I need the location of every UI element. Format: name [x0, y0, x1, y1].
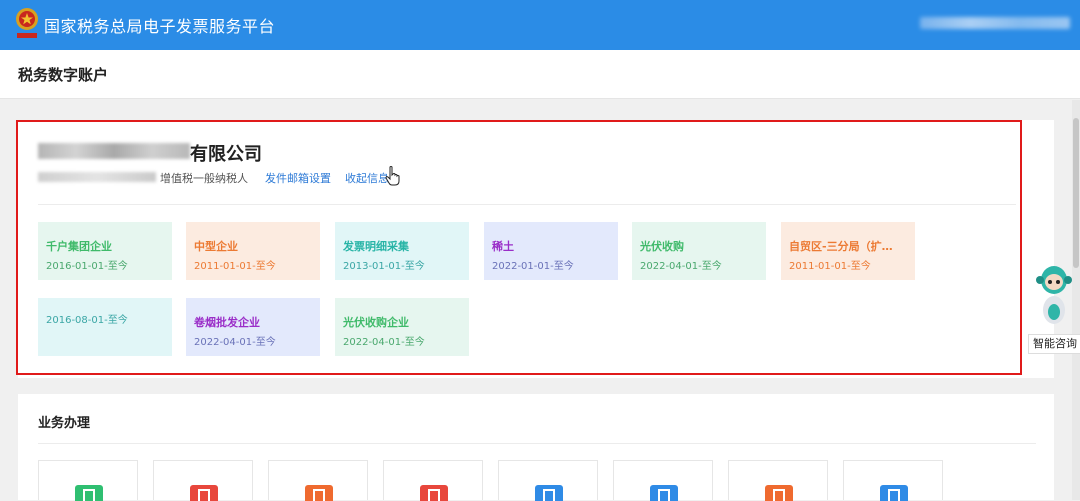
page-title: 税务数字账户 — [18, 66, 109, 84]
edit-document-icon — [535, 485, 563, 501]
business-tile-5[interactable] — [498, 460, 598, 501]
business-section-title: 业务办理 — [38, 416, 91, 431]
business-tile-1[interactable] — [38, 460, 138, 501]
scrollbar-thumb[interactable] — [1073, 118, 1079, 268]
business-tile-6[interactable] — [613, 460, 713, 501]
form-icon — [420, 485, 448, 501]
clipboard-icon — [880, 485, 908, 501]
user-info-redacted[interactable] — [920, 17, 1070, 29]
document-icon — [190, 485, 218, 501]
national-tax-emblem-icon — [16, 8, 38, 38]
sub-header — [0, 50, 1080, 99]
business-tile-2[interactable] — [153, 460, 253, 501]
highlight-frame — [16, 120, 1022, 375]
business-tile-7[interactable] — [728, 460, 828, 501]
divider — [38, 443, 1036, 444]
receipt-icon — [305, 485, 333, 501]
invoice-icon — [75, 485, 103, 501]
app-title: 国家税务总局电子发票服务平台 — [44, 17, 276, 36]
smart-consult-label[interactable]: 智能咨询 — [1028, 334, 1080, 354]
upload-document-icon — [765, 485, 793, 501]
mail-icon — [650, 485, 678, 501]
business-tile-8[interactable] — [843, 460, 943, 501]
business-tile-4[interactable] — [383, 460, 483, 501]
business-tile-3[interactable] — [268, 460, 368, 501]
